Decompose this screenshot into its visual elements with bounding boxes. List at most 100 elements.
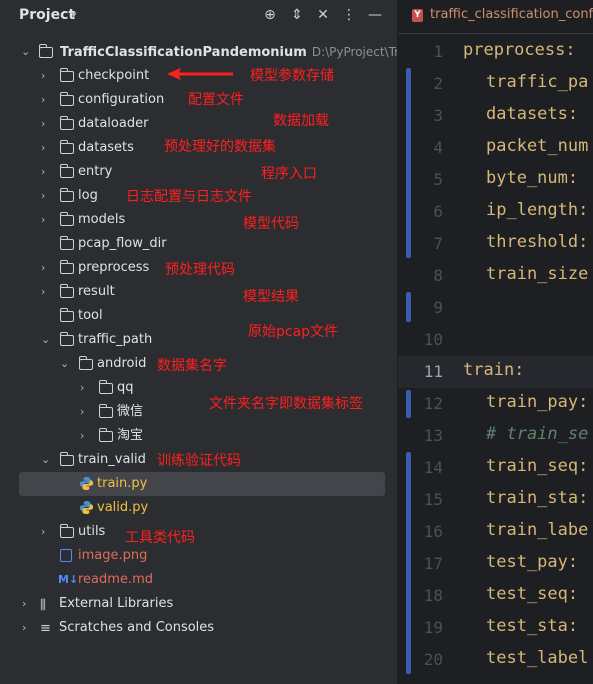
code-line[interactable]: packet_num xyxy=(486,136,588,156)
annotation-preprocess: 预处理代码 xyxy=(165,262,235,278)
code-line[interactable]: test_sta: xyxy=(486,616,578,636)
chevron-right-icon[interactable]: › xyxy=(41,208,51,232)
chevron-right-icon[interactable]: › xyxy=(80,424,90,448)
line-number: 4 xyxy=(433,138,443,157)
chevron-down-icon[interactable]: ⌄ xyxy=(41,328,51,352)
tree-item-label: 微信 xyxy=(117,404,144,419)
tree-item-label: models xyxy=(78,212,126,227)
line-number: 8 xyxy=(433,266,443,285)
tree-item-label: train_valid xyxy=(78,452,146,467)
tree-item-pcap-flow-dir[interactable]: pcap_flow_dir xyxy=(0,232,397,256)
line-number: 17 xyxy=(423,554,443,573)
annotation-android: 数据集名字 xyxy=(157,358,227,374)
chevron-right-icon[interactable]: › xyxy=(41,64,51,88)
chevron-right-icon[interactable]: › xyxy=(22,592,32,616)
line-number: 18 xyxy=(423,586,443,605)
minimize-icon[interactable]: — xyxy=(367,6,383,24)
tree-item-taobao[interactable]: › 淘宝 xyxy=(0,424,397,448)
folder-icon xyxy=(59,260,74,274)
folder-icon xyxy=(59,452,74,466)
tree-item-label: 淘宝 xyxy=(117,428,144,443)
code-line[interactable]: ip_length: xyxy=(486,200,588,220)
tree-item-entry[interactable]: › entry xyxy=(0,160,397,184)
chevron-down-icon[interactable]: ▾ xyxy=(71,8,77,21)
tree-item-readme-md[interactable]: M↓ readme.md xyxy=(0,568,397,592)
chevron-right-icon[interactable]: › xyxy=(41,184,51,208)
code-line[interactable]: train_pay: xyxy=(486,392,588,412)
yaml-file-icon: Y xyxy=(412,9,423,22)
tree-item-scratches[interactable]: › ≡ Scratches and Consoles xyxy=(0,616,397,640)
tree-item-label: checkpoint xyxy=(78,68,150,83)
chevron-right-icon[interactable]: › xyxy=(41,88,51,112)
tree-root[interactable]: ⌄ TrafficClassificationPandemonium D:\PyP… xyxy=(0,40,425,64)
chevron-right-icon[interactable]: › xyxy=(41,136,51,160)
chevron-down-icon[interactable]: ⌄ xyxy=(60,352,70,376)
chevron-right-icon[interactable]: › xyxy=(41,280,51,304)
tree-item-label: datasets xyxy=(78,140,134,155)
tab-label: traffic_classification_config xyxy=(430,7,593,22)
tree-item-label: android xyxy=(97,356,147,371)
line-number: 6 xyxy=(433,202,443,221)
chevron-down-icon[interactable]: ⌄ xyxy=(21,40,31,64)
tree-item-label: utils xyxy=(78,524,106,539)
code-line[interactable]: test_seq: xyxy=(486,584,578,604)
tree-item-train-py[interactable]: train.py xyxy=(19,472,385,496)
annotation-datasets: 预处理好的数据集 xyxy=(164,139,276,155)
code-line[interactable]: test_pay: xyxy=(486,552,578,572)
editor-tab[interactable]: Y traffic_classification_config xyxy=(398,0,593,32)
code-line[interactable]: preprocess: xyxy=(463,40,576,60)
chevron-right-icon[interactable]: › xyxy=(80,376,90,400)
chevron-right-icon[interactable]: › xyxy=(41,520,51,544)
folder-icon xyxy=(98,380,113,394)
tree-item-label: train.py xyxy=(97,476,148,491)
code-line[interactable]: datasets: xyxy=(486,104,578,124)
expand-collapse-icon[interactable]: ⇕ xyxy=(289,6,305,24)
more-icon[interactable]: ⋮ xyxy=(341,6,357,24)
tree-item-models[interactable]: › models xyxy=(0,208,397,232)
line-number: 7 xyxy=(433,234,443,253)
chevron-right-icon[interactable]: › xyxy=(41,160,51,184)
tree-item-label: pcap_flow_dir xyxy=(78,236,167,251)
folder-icon xyxy=(78,356,93,370)
tree-item-dataloader[interactable]: › dataloader xyxy=(0,112,397,136)
tree-item-label: Scratches and Consoles xyxy=(59,620,215,635)
close-all-icon[interactable]: ✕ xyxy=(315,6,331,24)
annotation-traffic-path: 原始pcap文件 xyxy=(248,324,339,340)
chevron-right-icon[interactable]: › xyxy=(80,400,90,424)
project-panel-header: Project ▾ ⊕ ⇕ ✕ ⋮ — xyxy=(0,0,397,32)
annotation-checkpoint: 模型参数存储 xyxy=(250,68,334,84)
tree-item-image-png[interactable]: image.png xyxy=(0,544,397,568)
code-line[interactable]: test_label xyxy=(486,648,588,668)
folder-icon xyxy=(59,284,74,298)
folder-icon xyxy=(59,308,74,322)
line-number: 1 xyxy=(433,42,443,61)
change-marker xyxy=(406,68,411,258)
code-line[interactable]: train_sta: xyxy=(486,488,588,508)
code-line[interactable]: byte_num: xyxy=(486,168,578,188)
code-line[interactable]: train: xyxy=(463,360,524,380)
line-number: 3 xyxy=(433,106,443,125)
chevron-right-icon[interactable]: › xyxy=(41,112,51,136)
chevron-right-icon[interactable]: › xyxy=(22,616,32,640)
code-line[interactable]: train_size xyxy=(486,264,588,284)
code-line[interactable]: threshold: xyxy=(486,232,588,252)
tree-item-valid-py[interactable]: valid.py xyxy=(0,496,397,520)
code-line[interactable]: traffic_pa xyxy=(486,72,588,92)
folder-icon xyxy=(59,116,74,130)
code-comment[interactable]: # train_se xyxy=(486,424,588,444)
panel-title[interactable]: Project xyxy=(19,7,75,23)
annotation-models: 模型代码 xyxy=(243,216,299,232)
markdown-file-icon: M↓ xyxy=(58,573,79,586)
line-number: 2 xyxy=(433,74,443,93)
code-line[interactable]: train_seq: xyxy=(486,456,588,476)
code-line[interactable]: train_labe xyxy=(486,520,588,540)
crosshair-icon[interactable]: ⊕ xyxy=(262,6,278,24)
tree-item-external-libraries[interactable]: › ⫼ External Libraries xyxy=(0,592,397,616)
line-number: 14 xyxy=(423,458,443,477)
chevron-down-icon[interactable]: ⌄ xyxy=(41,448,51,472)
tree-item-label: image.png xyxy=(78,548,148,563)
tree-item-utils[interactable]: › utils xyxy=(0,520,397,544)
tree-item-label: configuration xyxy=(78,92,165,107)
tree-item-result[interactable]: › result xyxy=(0,280,397,304)
chevron-right-icon[interactable]: › xyxy=(41,256,51,280)
